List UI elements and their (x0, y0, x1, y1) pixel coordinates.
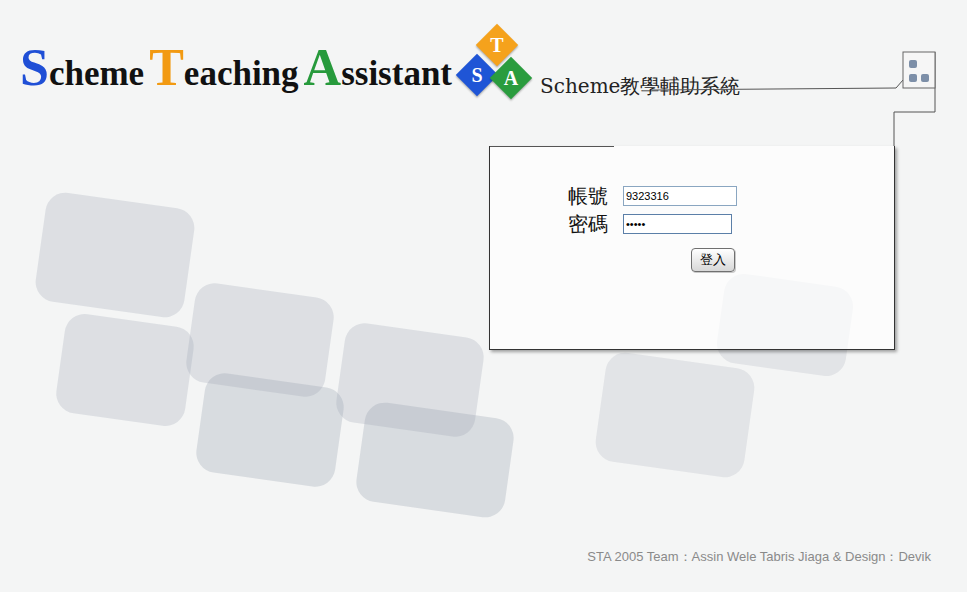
field-label: 帳號 (568, 186, 623, 206)
field-row: 帳號 (568, 186, 894, 206)
header: SchemeTeachingAssistant TSA Scheme教學輔助系統 (0, 0, 967, 146)
login-fields: 帳號密碼 (568, 186, 894, 234)
footer-credits: STA 2005 Team：Assin Wele Tabris Jiaga & … (587, 547, 931, 567)
logo-title: SchemeTeachingAssistant (20, 42, 452, 100)
badge-diamond: A (496, 63, 526, 93)
badge-letter: A (504, 68, 518, 88)
badge-letter: T (490, 35, 503, 55)
logo-word: Assistant (304, 42, 452, 94)
badge-diamond: T (482, 30, 512, 60)
logo-word: Scheme (20, 42, 144, 94)
password-input[interactable] (623, 214, 732, 234)
logo-rest: ssistant (341, 54, 452, 93)
login-button[interactable]: 登入 (691, 248, 735, 272)
logo-rest: cheme (49, 54, 144, 93)
logo-initial: T (149, 39, 184, 96)
login-page: SchemeTeachingAssistant TSA Scheme教學輔助系統… (0, 0, 967, 592)
login-panel: 帳號密碼 登入 (489, 146, 895, 350)
badge-diamond: S (462, 60, 492, 90)
logo-rest: eaching (184, 54, 299, 93)
logo-word: Teaching (149, 42, 298, 94)
field-row: 密碼 (568, 214, 894, 234)
field-label: 密碼 (568, 214, 623, 234)
logo-initial: S (20, 39, 49, 96)
sta-badge-icon: TS A (456, 30, 536, 110)
account-input[interactable] (623, 186, 737, 206)
panel-top-line (490, 146, 614, 147)
header-decoration (0, 0, 967, 146)
subtitle: Scheme教學輔助系統 (540, 76, 740, 96)
badge-letter: S (471, 65, 482, 85)
logo-initial: A (304, 39, 342, 96)
